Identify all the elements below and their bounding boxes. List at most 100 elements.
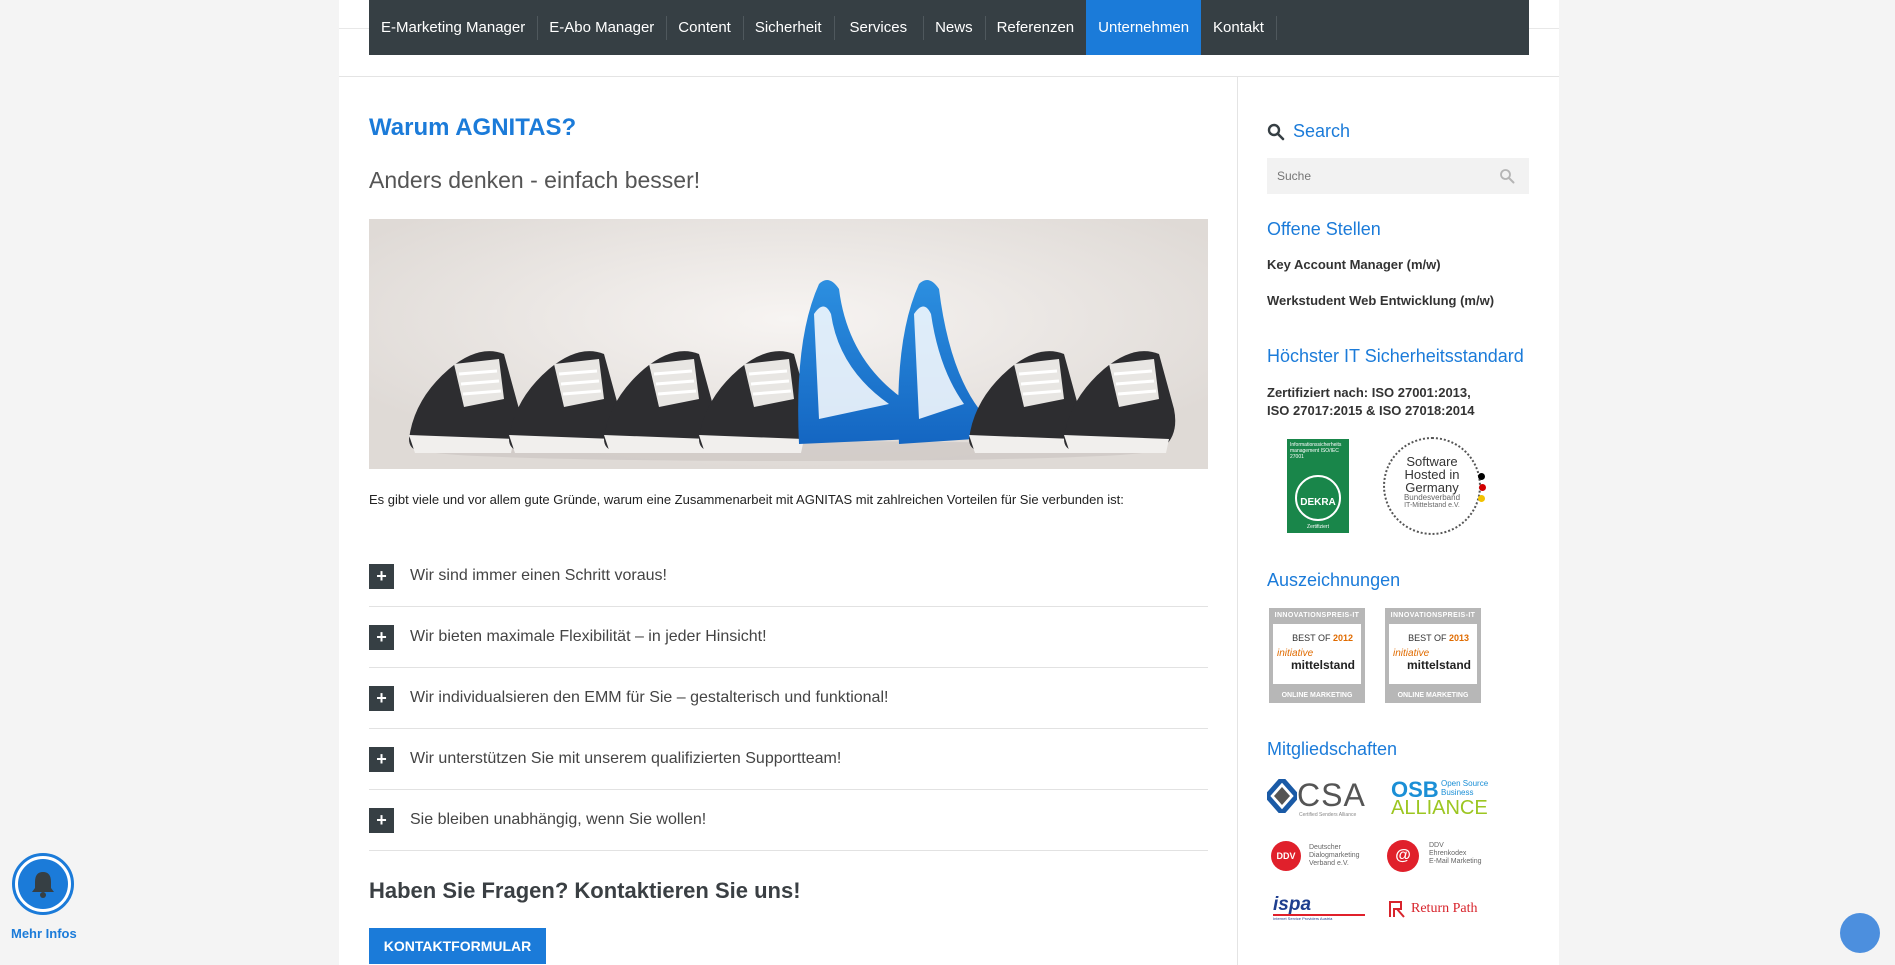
ddv2-text-1: DDV <box>1429 842 1444 849</box>
contact-form-button[interactable]: KONTAKTFORMULAR <box>369 928 546 964</box>
page-container: E-Marketing Manager E-Abo Manager Conten… <box>339 0 1559 965</box>
ddv2-text-3: E-Mail Marketing <box>1429 858 1482 865</box>
csa-sub: Certified Senders Alliance <box>1299 812 1357 818</box>
mehr-infos-label[interactable]: Mehr Infos <box>11 926 77 941</box>
flag-dot-black <box>1478 473 1485 480</box>
cert-line-2: ISO 27017:2015 & ISO 27018:2014 <box>1267 403 1475 418</box>
dekra-name: DEKRA <box>1300 497 1336 508</box>
nav-e-marketing-manager[interactable]: E-Marketing Manager <box>369 0 537 55</box>
ispa-text: ispa <box>1273 894 1312 915</box>
shoes-illustration <box>369 219 1208 469</box>
sidebar-divider <box>1237 77 1238 965</box>
return-path-icon <box>1389 901 1405 918</box>
dekra-small-text: Informationssicherheits management ISO/I… <box>1290 442 1342 460</box>
csa-diamond-icon <box>1267 779 1297 813</box>
ddv-text-3: Verband e.V. <box>1309 860 1349 867</box>
bell-inner <box>18 859 68 909</box>
csa-text: CSA <box>1297 777 1366 813</box>
intro-text: Es gibt viele und vor allem gute Gründe,… <box>369 492 1124 507</box>
nav-kontakt[interactable]: Kontakt <box>1201 0 1276 55</box>
search-heading: Search <box>1267 121 1350 142</box>
ddv2-text-2: Ehrenkodex <box>1429 850 1467 857</box>
main-navigation: E-Marketing Manager E-Abo Manager Conten… <box>369 0 1529 55</box>
osb-sub-2: Business <box>1441 788 1474 797</box>
hero-image-shoes <box>369 219 1208 469</box>
plus-icon: + <box>369 807 394 833</box>
accordion-item-1[interactable]: + Wir sind immer einen Schritt voraus! <box>369 546 1208 607</box>
accordion-item-5[interactable]: + Sie bleiben unabhängig, wenn Sie wolle… <box>369 790 1208 851</box>
search-box <box>1267 158 1529 194</box>
ddv-ehrenkodex-logo[interactable]: @ DDV Ehrenkodex E-Mail Marketing <box>1387 838 1497 874</box>
accordion-item-4[interactable]: + Wir unterstützen Sie mit unserem quali… <box>369 729 1208 790</box>
ddv-text-1: Deutscher <box>1309 844 1341 851</box>
nav-divider <box>1275 0 1277 55</box>
plus-icon: + <box>369 563 394 589</box>
nav-content[interactable]: Content <box>666 0 743 55</box>
flag-dot-gold <box>1478 495 1485 502</box>
osb-alliance-logo[interactable]: OSB Open Source Business ALLIANCE <box>1391 777 1491 819</box>
alliance-text: ALLIANCE <box>1391 797 1488 819</box>
dekra-sub: Zertifiziert <box>1307 524 1329 530</box>
accordion-label: Wir bieten maximale Flexibilität – in je… <box>410 628 767 645</box>
return-path-logo[interactable]: Return Path <box>1387 897 1497 921</box>
scroll-to-top-button[interactable] <box>1840 913 1880 953</box>
plus-icon: + <box>369 685 394 711</box>
nav-news[interactable]: News <box>923 0 985 55</box>
accordion-item-3[interactable]: + Wir individualsieren den EMM für Sie –… <box>369 668 1208 729</box>
memberships-heading: Mitgliedschaften <box>1267 739 1398 759</box>
award-bottom-label: ONLINE MARKETING <box>1397 692 1469 699</box>
page-title: Warum AGNITAS? <box>369 114 577 141</box>
award-best: BEST OF 2012 <box>1292 633 1353 643</box>
ddv-badge: DDV <box>1271 841 1301 871</box>
award-best-label: BEST OF <box>1408 633 1447 643</box>
award-best-label: BEST OF <box>1292 633 1331 643</box>
award-best: BEST OF 2013 <box>1408 633 1469 643</box>
search-title: Search <box>1293 121 1351 141</box>
email-at-icon: @ <box>1387 840 1419 872</box>
awards-heading: Auszeichnungen <box>1267 570 1401 590</box>
award-brand: mittelstand <box>1290 658 1355 672</box>
jobs-heading: Offene Stellen <box>1267 219 1381 239</box>
job-link-key-account[interactable]: Key Account Manager (m/w) <box>1267 257 1441 272</box>
header-divider <box>339 76 1559 77</box>
nav-services[interactable]: Services <box>833 0 924 55</box>
ddv-text-2: Dialogmarketing <box>1309 852 1360 859</box>
csa-logo[interactable]: CSA Certified Senders Alliance <box>1267 777 1367 819</box>
osb-sub: Open Source Business <box>1441 779 1488 797</box>
award-inner: BEST OF 2012 initiative mittelstand <box>1273 624 1361 684</box>
hosted-in-germany-badge: Software Hosted in Germany Bundesverband… <box>1383 437 1486 535</box>
page-subtitle: Anders denken - einfach besser! <box>369 167 701 193</box>
flag-dot-red <box>1479 484 1486 491</box>
plus-icon: + <box>369 746 394 772</box>
nav-referenzen[interactable]: Referenzen <box>984 0 1087 55</box>
search-input[interactable] <box>1267 158 1487 194</box>
notification-bell-button[interactable] <box>12 853 74 915</box>
accordion-label: Wir sind immer einen Schritt voraus! <box>410 567 667 584</box>
ispa-sub: Internet Service Providers Austria <box>1273 916 1333 921</box>
award-inner: BEST OF 2013 initiative mittelstand <box>1389 624 1477 684</box>
search-submit-icon[interactable] <box>1499 168 1515 184</box>
dekra-badge: Informationssicherheits management ISO/I… <box>1287 439 1349 533</box>
osb-sub-1: Open Source <box>1441 779 1489 788</box>
bell-icon <box>32 872 54 898</box>
nav-e-abo-manager[interactable]: E-Abo Manager <box>537 0 666 55</box>
award-year: 2013 <box>1448 633 1469 643</box>
ispa-logo[interactable]: ispa Internet Service Providers Austria <box>1273 894 1373 922</box>
cert-line-1: Zertifiziert nach: ISO 27001:2013, <box>1267 385 1471 400</box>
award-top-label: INNOVATIONSPREIS-IT <box>1274 612 1360 619</box>
award-2012: INNOVATIONSPREIS-IT BEST OF 2012 initiat… <box>1269 608 1365 703</box>
hosted-text: Software Hosted in Germany Bundesverband… <box>1385 455 1479 510</box>
accordion-label: Sie bleiben unabhängig, wenn Sie wollen! <box>410 811 707 828</box>
award-2013: INNOVATIONSPREIS-IT BEST OF 2013 initiat… <box>1385 608 1481 703</box>
ddv-logo[interactable]: DDV Deutscher Dialogmarketing Verband e.… <box>1267 840 1377 874</box>
nav-unternehmen[interactable]: Unternehmen <box>1086 0 1202 55</box>
nav-sicherheit[interactable]: Sicherheit <box>742 0 834 55</box>
award-year: 2012 <box>1332 633 1353 643</box>
hosted-line-5: IT-Mittelstand e.V. <box>1404 502 1460 509</box>
award-bottom-label: ONLINE MARKETING <box>1281 692 1353 699</box>
contact-heading: Haben Sie Fragen? Kontaktieren Sie uns! <box>369 878 801 903</box>
ddv2-text: DDV Ehrenkodex E-Mail Marketing <box>1429 842 1482 866</box>
award-top-label: INNOVATIONSPREIS-IT <box>1390 612 1476 619</box>
job-link-werkstudent[interactable]: Werkstudent Web Entwicklung (m/w) <box>1267 293 1494 308</box>
accordion-item-2[interactable]: + Wir bieten maximale Flexibilität – in … <box>369 607 1208 668</box>
